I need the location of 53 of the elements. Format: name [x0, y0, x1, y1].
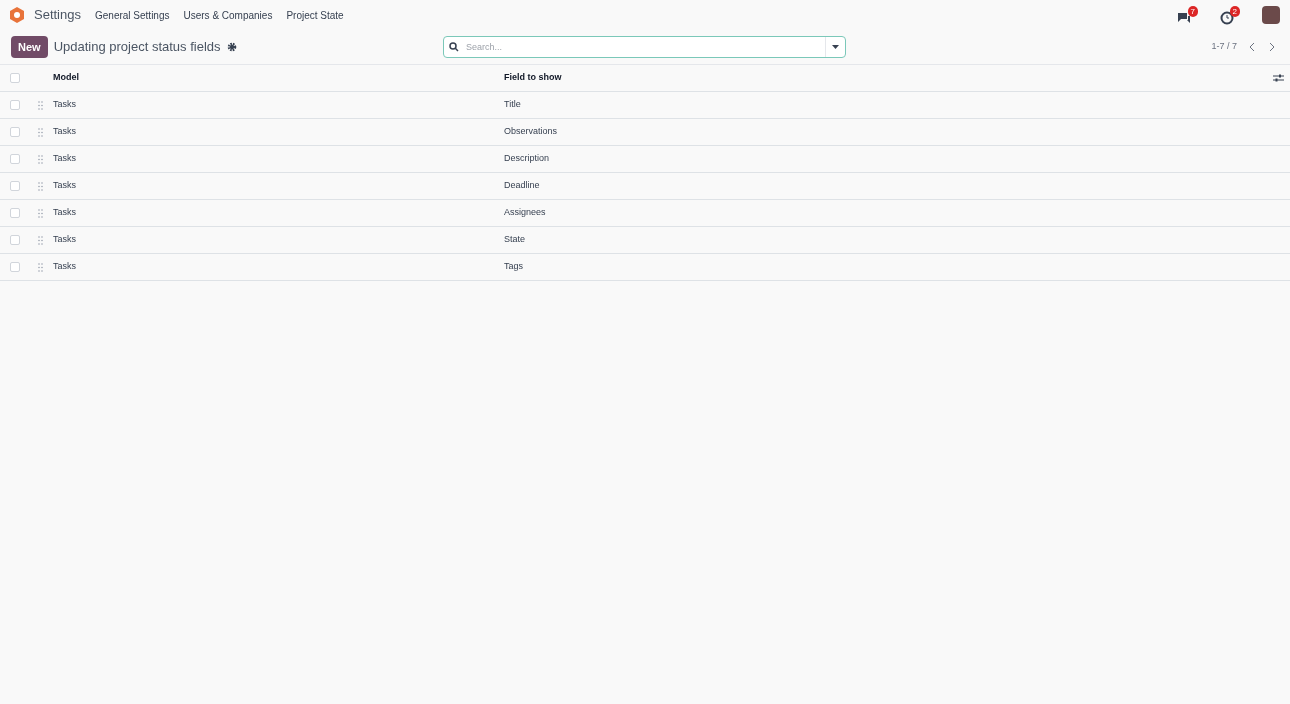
notification-badge: 7 — [1187, 5, 1198, 17]
activities-button[interactable]: 2 — [1220, 5, 1240, 25]
search-field[interactable]: Search... — [443, 36, 846, 58]
table-cell: Assignees — [504, 206, 546, 220]
gear-icon[interactable] — [226, 42, 237, 52]
row-checkbox[interactable] — [10, 235, 20, 245]
table-cell: Title — [504, 98, 521, 112]
sliders-icon[interactable] — [1273, 73, 1284, 83]
table-cell-text: Tasks — [53, 179, 77, 193]
table-cell: Description — [504, 152, 550, 166]
drag-handle-icon[interactable] — [38, 208, 43, 218]
row-checkbox[interactable] — [10, 208, 20, 218]
previous-icon[interactable] — [1249, 42, 1255, 52]
menu-item[interactable]: Users & Companies — [183, 7, 273, 23]
table-cell: State — [504, 233, 525, 247]
drag-handle-icon[interactable] — [38, 262, 43, 272]
column-header[interactable]: Field to show — [504, 71, 1273, 85]
next-icon[interactable] — [1269, 42, 1275, 52]
app-name[interactable]: Settings — [34, 5, 81, 25]
row-checkbox[interactable] — [10, 262, 20, 272]
app-logo-icon[interactable] — [10, 7, 24, 23]
drag-handle-icon[interactable] — [38, 181, 43, 191]
column-header[interactable]: Model — [53, 71, 504, 85]
table-cell-text: Tasks — [53, 233, 77, 247]
drag-handle-icon[interactable] — [38, 100, 43, 110]
new-button[interactable]: New — [11, 36, 48, 58]
messages-button[interactable]: 7 — [1176, 5, 1198, 25]
dropdown-caret-icon[interactable] — [832, 45, 839, 49]
menu-item[interactable]: General Settings — [95, 7, 170, 23]
pager-text: 1-7 / 7 — [1211, 40, 1237, 54]
table-cell-text: Tasks — [53, 206, 77, 220]
drag-handle-icon[interactable] — [38, 127, 43, 137]
menu-item[interactable]: Project State — [286, 7, 344, 23]
notification-badge: 2 — [1229, 5, 1240, 17]
table-cell-text: Tasks — [53, 260, 77, 274]
page-title: Updating project status fields — [53, 38, 221, 57]
row-checkbox[interactable] — [10, 127, 20, 137]
table-cell: Tags — [504, 260, 523, 274]
table-cell-text: Tasks — [53, 125, 77, 139]
clock-icon — [1220, 10, 1234, 25]
row-checkbox[interactable] — [10, 73, 20, 83]
row-checkbox[interactable] — [10, 100, 20, 110]
drag-handle-icon[interactable] — [38, 154, 43, 164]
row-checkbox[interactable] — [10, 154, 20, 164]
table-cell: Observations — [504, 125, 558, 139]
table-cell-text: Tasks — [53, 98, 77, 112]
search-icon — [449, 42, 459, 52]
user-avatar[interactable] — [1262, 6, 1280, 24]
drag-handle-icon[interactable] — [38, 235, 43, 245]
row-checkbox[interactable] — [10, 181, 20, 191]
table-cell: Deadline — [504, 179, 540, 193]
chat-icon — [1176, 10, 1192, 25]
table-cell-text: Tasks — [53, 152, 77, 166]
